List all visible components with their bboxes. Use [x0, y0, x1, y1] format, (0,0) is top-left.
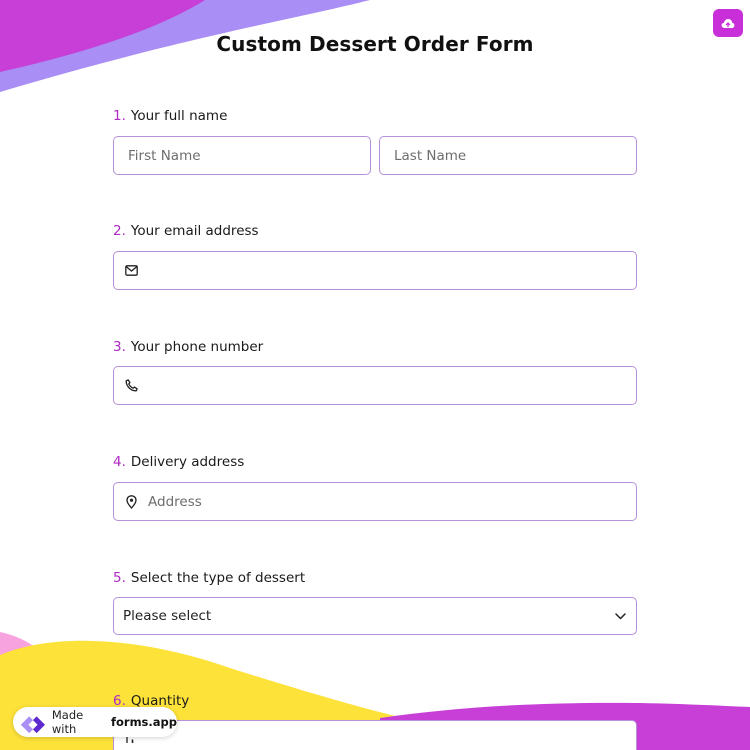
email-field[interactable]	[113, 251, 637, 290]
question-text: Your email address	[130, 223, 259, 239]
question-number: 2.	[113, 223, 126, 239]
forms-app-logo-icon	[20, 716, 45, 734]
first-name-field[interactable]	[113, 136, 371, 175]
made-with-text: Made with	[51, 708, 84, 736]
question-text: Your phone number	[130, 339, 264, 355]
question-label-full-name: 1. Your full name	[113, 108, 227, 124]
cloud-save-button[interactable]	[713, 9, 743, 37]
quantity-input[interactable]	[146, 732, 636, 750]
select-value: Please select	[123, 608, 212, 624]
question-label-phone: 3. Your phone number	[113, 339, 263, 355]
address-field[interactable]	[113, 482, 637, 521]
question-number: 4.	[113, 454, 126, 470]
phone-field[interactable]	[113, 366, 637, 405]
phone-icon	[114, 379, 148, 392]
mail-icon	[114, 265, 148, 276]
location-pin-icon	[114, 494, 148, 509]
made-with-badge[interactable]: Made with forms.app	[13, 707, 177, 737]
last-name-field[interactable]	[379, 136, 637, 175]
question-text: Your full name	[130, 108, 228, 124]
question-text: Delivery address	[130, 454, 245, 470]
question-label-email: 2. Your email address	[113, 223, 259, 239]
address-input[interactable]	[148, 483, 636, 520]
form-title: Custom Dessert Order Form	[216, 32, 534, 56]
chevron-down-icon	[615, 612, 626, 619]
dessert-type-select[interactable]: Please select	[113, 597, 637, 635]
cloud-upload-icon	[721, 18, 735, 28]
brand-name: forms.app	[111, 715, 177, 729]
question-number: 5.	[113, 570, 126, 586]
question-label-dessert-type: 5. Select the type of dessert	[113, 570, 305, 586]
question-number: 3.	[113, 339, 126, 355]
first-name-input[interactable]	[114, 137, 370, 174]
question-label-address: 4. Delivery address	[113, 454, 244, 470]
phone-input[interactable]	[148, 367, 636, 404]
quantity-field[interactable]	[113, 720, 637, 750]
last-name-input[interactable]	[380, 137, 636, 174]
email-input[interactable]	[148, 252, 636, 289]
question-text: Select the type of dessert	[130, 570, 306, 586]
question-number: 1.	[113, 108, 126, 124]
